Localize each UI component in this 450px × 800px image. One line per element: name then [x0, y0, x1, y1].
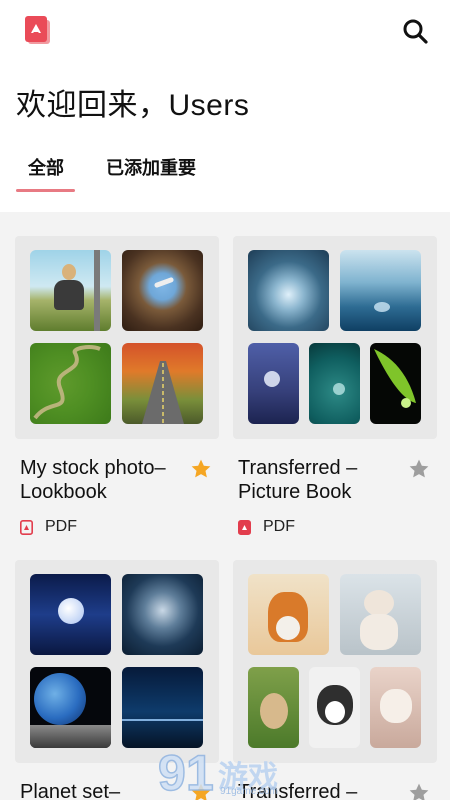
- photo-fox: [248, 574, 329, 655]
- pdf-file-icon: [238, 519, 251, 535]
- album-thumbnail[interactable]: [233, 236, 437, 439]
- photo-moon-tunnel: [122, 574, 203, 655]
- welcome-heading: 欢迎回来，Users: [16, 89, 250, 122]
- search-icon: [403, 19, 428, 44]
- tab-bar: 全部 已添加重要: [0, 150, 450, 196]
- photo-earth: [30, 667, 111, 748]
- star-icon-inactive[interactable]: [408, 458, 430, 480]
- photo-drop-purple: [248, 343, 299, 424]
- photo-green-river: [30, 343, 111, 424]
- star-icon-active[interactable]: [190, 458, 212, 480]
- photo-green-leaf: [370, 343, 421, 424]
- album-thumbnail[interactable]: [233, 560, 437, 763]
- album-grid: My stock photo–Lookbook PDF Transferred …: [0, 212, 450, 800]
- pdf-app-logo-icon: [24, 16, 52, 46]
- site-watermark: 9 1 游戏 91game.com: [156, 744, 296, 800]
- photo-buildings-sky: [122, 250, 203, 331]
- photo-bunny: [248, 667, 299, 748]
- star-icon-inactive[interactable]: [408, 782, 430, 800]
- file-type-label: PDF: [263, 518, 295, 535]
- active-tab-indicator: [16, 189, 75, 192]
- photo-woman-sitting: [30, 250, 111, 331]
- album-title: My stock photo–Lookbook: [20, 457, 166, 503]
- search-button[interactable]: [398, 14, 432, 48]
- file-type-row: PDF: [20, 517, 77, 537]
- photo-kitten-cream: [370, 667, 421, 748]
- photo-leaf-teal: [309, 343, 360, 424]
- photo-husky: [309, 667, 360, 748]
- photo-night-sky: [122, 667, 203, 748]
- photo-moon-sea: [30, 574, 111, 655]
- photo-autumn-road: [122, 343, 203, 424]
- photo-water-surface: [340, 250, 421, 331]
- file-type-label: PDF: [45, 518, 77, 535]
- svg-text:1: 1: [186, 746, 214, 800]
- photo-water-drop: [248, 250, 329, 331]
- tab-starred[interactable]: 已添加重要: [106, 154, 196, 180]
- album-thumbnail[interactable]: [15, 236, 219, 439]
- album-title: Transferred – Picture Book: [238, 457, 358, 503]
- photo-kitten-pink: [340, 574, 421, 655]
- pdf-file-icon: [20, 519, 33, 535]
- album-thumbnail[interactable]: [15, 560, 219, 763]
- svg-text:9: 9: [158, 746, 186, 800]
- top-bar: [0, 0, 450, 64]
- watermark-sub: 91game.com: [220, 786, 278, 797]
- file-type-row: PDF: [238, 517, 295, 537]
- tab-all[interactable]: 全部: [28, 154, 64, 180]
